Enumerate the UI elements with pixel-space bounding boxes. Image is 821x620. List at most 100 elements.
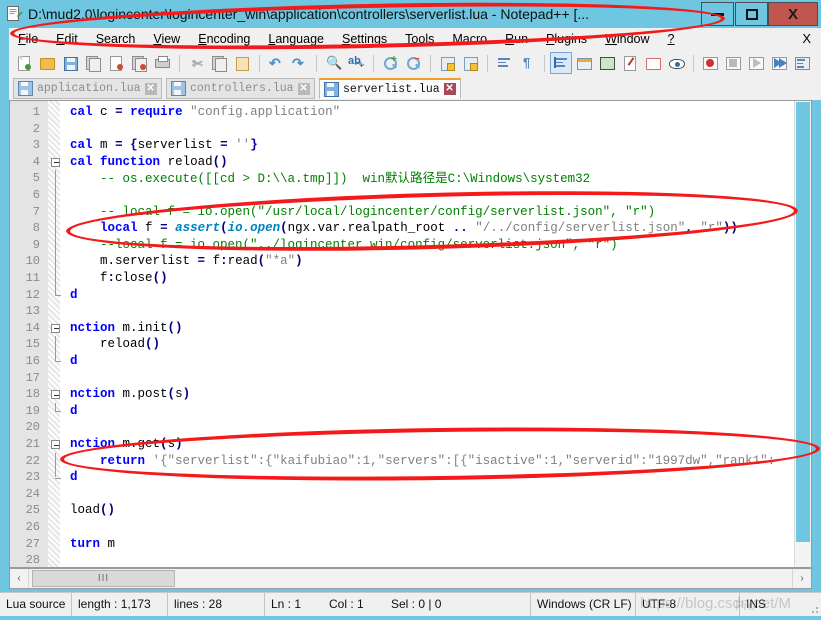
save-macro-icon[interactable] <box>791 52 813 74</box>
cut-icon[interactable]: ✄ <box>185 52 207 74</box>
code-line[interactable]: d <box>70 287 78 304</box>
fold-collapse-icon[interactable] <box>51 323 60 333</box>
show-doc-map-icon[interactable] <box>596 52 618 74</box>
tab-close-icon[interactable]: ✕ <box>144 82 157 95</box>
fold-collapse-icon[interactable] <box>51 390 60 400</box>
fold-margin[interactable] <box>48 101 60 567</box>
menu-item-edit[interactable]: Edit <box>47 28 87 50</box>
show-all-chars-icon[interactable]: ¶ <box>516 52 538 74</box>
sync-vertical-icon[interactable] <box>436 52 458 74</box>
fold-collapse-icon[interactable] <box>51 440 60 449</box>
sync-horizontal-icon[interactable] <box>459 52 481 74</box>
code-line[interactable]: d <box>70 403 78 420</box>
run-multiple-icon[interactable] <box>768 52 790 74</box>
code-line[interactable] <box>70 552 78 567</box>
code-line[interactable]: cal c = require "config.application" <box>70 104 340 121</box>
code-line[interactable] <box>70 519 78 536</box>
fold-collapse-icon[interactable] <box>51 157 60 167</box>
code-line[interactable] <box>70 303 78 320</box>
folder-as-workspace-icon[interactable] <box>642 52 664 74</box>
code-line[interactable] <box>70 486 78 503</box>
scroll-left-arrow-icon[interactable]: ‹ <box>10 569 29 588</box>
menu-item-macro[interactable]: Macro <box>443 28 496 50</box>
toolbar-separator <box>693 54 694 72</box>
zoom-out-icon[interactable]: − <box>402 52 424 74</box>
resize-grip-icon[interactable] <box>809 604 819 614</box>
menu-item-view[interactable]: View <box>144 28 189 50</box>
code-line[interactable]: nction m.get(s) <box>70 436 183 453</box>
menu-item-[interactable]: ? <box>659 28 684 50</box>
menu-item-search[interactable]: Search <box>87 28 145 50</box>
close-document-button[interactable]: X <box>802 28 811 50</box>
code-line[interactable]: nction m.post(s) <box>70 386 190 403</box>
code-line[interactable] <box>70 370 78 387</box>
menu-item-encoding[interactable]: Encoding <box>189 28 259 50</box>
menu-item-run[interactable]: Run <box>496 28 537 50</box>
tab-close-icon[interactable]: ✕ <box>443 83 456 95</box>
code-line[interactable]: m.serverlist = f:read("*a") <box>70 253 303 270</box>
find-icon[interactable]: 🔍 <box>322 52 344 74</box>
new-file-icon[interactable] <box>13 52 35 74</box>
undo-icon[interactable]: ↶ <box>265 52 287 74</box>
code-text-area[interactable]: cal c = require "config.application" cal… <box>70 101 794 567</box>
save-all-icon[interactable] <box>82 52 104 74</box>
minimize-button[interactable] <box>701 2 734 26</box>
code-line[interactable]: -- local f = io.open("/usr/local/logince… <box>70 204 655 221</box>
menu-item-window[interactable]: Window <box>596 28 658 50</box>
close-all-icon[interactable] <box>128 52 150 74</box>
code-line[interactable]: reload() <box>70 336 160 353</box>
code-line[interactable]: turn m <box>70 536 115 553</box>
tab-label: application.lua <box>37 82 141 95</box>
code-line[interactable]: load() <box>70 502 115 519</box>
zoom-in-icon[interactable]: + <box>379 52 401 74</box>
scroll-right-arrow-icon[interactable]: › <box>792 569 811 588</box>
close-file-icon[interactable] <box>105 52 127 74</box>
line-number: 11 <box>25 271 40 285</box>
paste-icon[interactable] <box>231 52 253 74</box>
maximize-button[interactable] <box>735 2 768 26</box>
record-macro-icon[interactable] <box>699 52 721 74</box>
open-file-icon[interactable] <box>36 52 58 74</box>
code-line[interactable]: d <box>70 353 78 370</box>
copy-icon[interactable] <box>208 52 230 74</box>
tab-application-lua[interactable]: application.lua ✕ <box>13 78 162 99</box>
print-icon[interactable] <box>151 52 173 74</box>
tab-controllers-lua[interactable]: controllers.lua ✕ <box>166 78 315 99</box>
tab-close-icon[interactable]: ✕ <box>297 82 310 95</box>
menu-item-tools[interactable]: Tools <box>396 28 443 50</box>
code-line[interactable] <box>70 121 78 138</box>
horizontal-scrollbar[interactable]: ‹ III › <box>9 568 812 589</box>
code-line[interactable]: return '{"serverlist":{"kaifubiao":1,"se… <box>70 453 775 470</box>
code-line[interactable]: --local f = io.open("../logincenter_win/… <box>70 237 618 254</box>
code-line[interactable] <box>70 419 78 436</box>
monitoring-icon[interactable] <box>665 52 687 74</box>
code-line[interactable]: d <box>70 469 78 486</box>
vertical-scrollbar[interactable] <box>794 101 811 567</box>
code-line[interactable]: f:close() <box>70 270 168 287</box>
code-line[interactable]: nction m.init() <box>70 320 183 337</box>
indent-guide-icon[interactable] <box>550 52 572 74</box>
playback-icon[interactable] <box>745 52 767 74</box>
code-line[interactable]: cal m = {serverlist = ''} <box>70 137 258 154</box>
replace-icon[interactable]: ab ↷ <box>345 52 367 74</box>
tab-serverlist-lua[interactable]: serverlist.lua ✕ <box>319 78 461 99</box>
redo-icon[interactable]: ↷ <box>288 52 310 74</box>
code-line[interactable]: cal function reload() <box>70 154 228 171</box>
code-line[interactable]: local f = assert(io.open(ngx.var.realpat… <box>70 220 738 237</box>
horizontal-scrollbar-thumb[interactable]: III <box>32 570 175 587</box>
code-line[interactable] <box>70 187 78 204</box>
code-editor[interactable]: cal c = require "config.application" cal… <box>9 100 812 568</box>
word-wrap-icon[interactable] <box>493 52 515 74</box>
line-number: 21 <box>25 437 40 451</box>
stop-record-icon[interactable] <box>722 52 744 74</box>
save-icon[interactable] <box>59 52 81 74</box>
close-button[interactable]: X <box>768 2 818 26</box>
function-list-icon[interactable] <box>619 52 641 74</box>
vertical-scrollbar-thumb[interactable] <box>796 102 810 542</box>
menu-item-plugins[interactable]: Plugins <box>537 28 596 50</box>
code-line[interactable]: -- os.execute([[cd > D:\\a.tmp]]) win默认路… <box>70 170 590 187</box>
menu-item-settings[interactable]: Settings <box>333 28 396 50</box>
user-defined-dialog-icon[interactable] <box>573 52 595 74</box>
menu-item-language[interactable]: Language <box>259 28 333 50</box>
menu-item-file[interactable]: File <box>9 28 47 50</box>
